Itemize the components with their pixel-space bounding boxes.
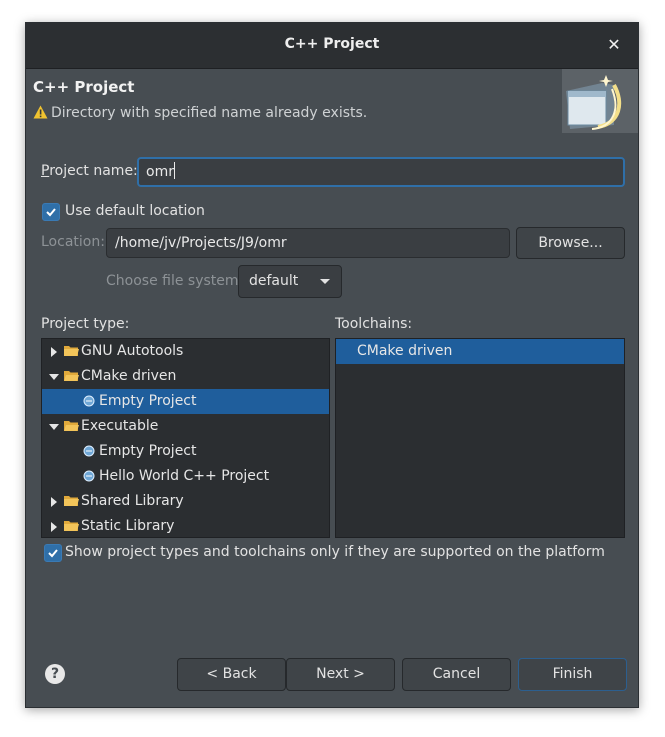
window-title: C++ Project xyxy=(284,36,380,52)
expand-arrow-icon[interactable] xyxy=(51,522,57,532)
page-title: C++ Project xyxy=(33,78,135,96)
cancel-button[interactable]: Cancel xyxy=(402,658,511,691)
toolchains-list[interactable]: CMake driven xyxy=(335,338,625,538)
warning-message: Directory with specified name already ex… xyxy=(33,105,367,121)
location-label: Location: xyxy=(41,234,105,250)
tree-item-shared-library[interactable]: Shared Library xyxy=(42,489,329,514)
show-supported-label: Show project types and toolchains only i… xyxy=(65,544,605,560)
project-template-icon xyxy=(83,445,95,457)
close-icon[interactable]: ✕ xyxy=(602,33,626,57)
browse-button[interactable]: Browse... xyxy=(516,227,625,259)
tree-item-executable-empty-project[interactable]: Empty Project xyxy=(42,439,329,464)
project-name-label: Project name: xyxy=(41,163,138,179)
toolchains-label: Toolchains: xyxy=(335,316,413,332)
title-bar: C++ Project ✕ xyxy=(26,23,638,69)
finish-button[interactable]: Finish xyxy=(518,658,627,691)
project-name-input[interactable]: omr xyxy=(137,157,625,187)
folder-open-icon xyxy=(64,371,79,381)
project-type-label: Project type: xyxy=(41,316,130,332)
dialog-window: C++ Project ✕ C++ Project Directory with… xyxy=(25,22,639,708)
collapse-arrow-icon[interactable] xyxy=(49,424,59,430)
project-template-icon xyxy=(83,395,95,407)
show-supported-checkbox[interactable] xyxy=(44,544,62,562)
help-icon[interactable]: ? xyxy=(45,664,65,684)
file-system-label: Choose file system: xyxy=(106,273,244,289)
warning-icon xyxy=(33,105,48,119)
file-system-select[interactable]: default xyxy=(238,265,342,298)
collapse-arrow-icon[interactable] xyxy=(49,374,59,380)
folder-icon xyxy=(64,346,79,356)
wizard-banner-icon xyxy=(562,69,638,133)
tree-item-static-library[interactable]: Static Library xyxy=(42,514,329,537)
folder-icon xyxy=(64,496,79,506)
tree-item-gnu-autotools[interactable]: GNU Autotools xyxy=(42,339,329,364)
folder-open-icon xyxy=(64,421,79,431)
warning-text: Directory with specified name already ex… xyxy=(51,105,368,121)
chevron-down-icon xyxy=(320,279,330,284)
tree-item-cmake-empty-project[interactable]: Empty Project xyxy=(42,389,329,414)
file-system-value: default xyxy=(249,273,299,289)
folder-icon xyxy=(64,521,79,531)
expand-arrow-icon[interactable] xyxy=(51,497,57,507)
expand-arrow-icon[interactable] xyxy=(51,347,57,357)
toolchain-item-cmake-driven[interactable]: CMake driven xyxy=(336,339,624,364)
next-button[interactable]: Next > xyxy=(286,658,395,691)
project-type-tree[interactable]: GNU Autotools CMake driven Empty Project… xyxy=(41,338,330,538)
use-default-location-label: Use default location xyxy=(65,203,205,219)
use-default-location-checkbox[interactable] xyxy=(42,203,60,221)
location-input[interactable]: /home/jv/Projects/J9/omr xyxy=(106,228,510,258)
tree-item-hello-world[interactable]: Hello World C++ Project xyxy=(42,464,329,489)
wizard-header: C++ Project Directory with specified nam… xyxy=(26,69,638,133)
tree-item-cmake-driven[interactable]: CMake driven xyxy=(42,364,329,389)
back-button[interactable]: < Back xyxy=(177,658,286,691)
tree-item-executable[interactable]: Executable xyxy=(42,414,329,439)
project-template-icon xyxy=(83,470,95,482)
